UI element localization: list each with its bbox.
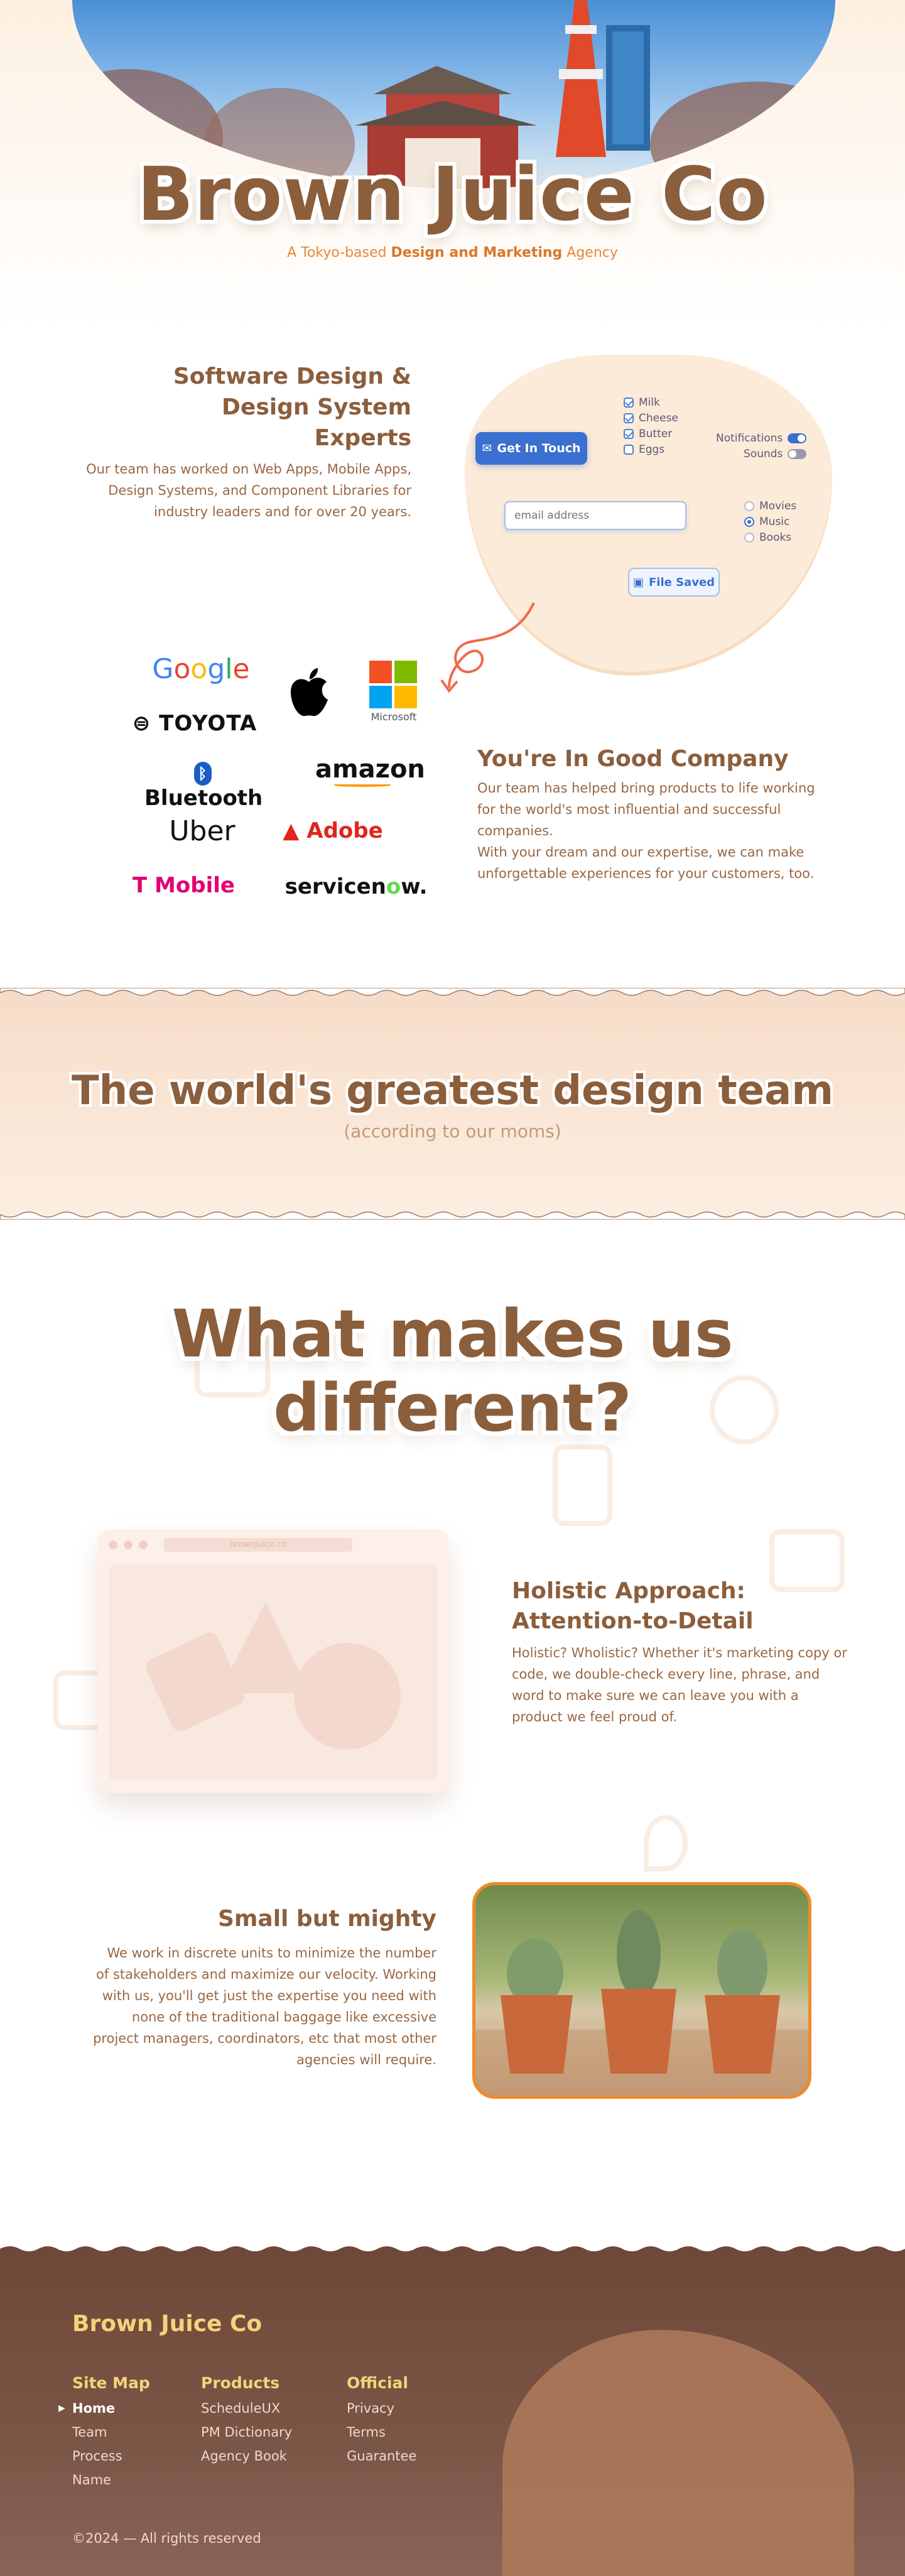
- small-body: We work in discrete units to minimize th…: [93, 1946, 436, 2067]
- company-heading: You're In Good Company: [477, 746, 789, 772]
- shapes-illustration: [146, 1602, 401, 1750]
- footer-link-agency-book[interactable]: Agency Book: [201, 2449, 292, 2464]
- file-saved-button[interactable]: ▣ File Saved: [628, 568, 720, 597]
- footer-link-home[interactable]: ▶ Home: [58, 2401, 150, 2416]
- mail-icon: ✉: [482, 441, 492, 455]
- get-in-touch-button[interactable]: ✉ Get In Touch: [475, 432, 587, 465]
- company-body: Our team has helped bring products to li…: [477, 781, 815, 881]
- uber-logo: Uber: [169, 815, 236, 847]
- footer-link-team[interactable]: Team: [72, 2425, 150, 2440]
- hero-title: Brown Juice Co: [137, 151, 768, 237]
- footer-products: Products ScheduleUX PM Dictionary Agency…: [201, 2374, 292, 2464]
- radio-list: Movies Music Books: [744, 498, 796, 545]
- checkbox-list: Milk Cheese Butter Eggs: [624, 394, 678, 457]
- ghost-pin-icon: [644, 1815, 688, 1871]
- footer-official: Official Privacy Terms Guarantee: [347, 2374, 416, 2464]
- footer-link-name[interactable]: Name: [72, 2472, 150, 2487]
- footer-link-guarantee[interactable]: Guarantee: [347, 2449, 416, 2464]
- adobe-logo: ▲ Adobe: [283, 818, 383, 843]
- toggle-sounds[interactable]: Sounds: [716, 446, 807, 462]
- curly-arrow-icon: [440, 602, 535, 693]
- wave-divider-top: [0, 988, 905, 996]
- checkbox-butter[interactable]: Butter: [624, 426, 678, 441]
- small-heading: Small but mighty: [217, 1906, 436, 1932]
- apple-logo: [290, 668, 328, 717]
- band-subtitle: (according to our moms): [344, 1121, 561, 1142]
- footer-link-process[interactable]: Process: [72, 2449, 150, 2464]
- footer-blob: [502, 2330, 854, 2576]
- browser-url-bar: brownjuice.co: [164, 1538, 352, 1552]
- checkbox-milk[interactable]: Milk: [624, 394, 678, 410]
- radio-movies[interactable]: Movies: [744, 498, 796, 514]
- holistic-heading: Holistic Approach: Attention-to-Detail: [512, 1578, 754, 1634]
- footer-sitemap: Site Map ▶ Home Team Process Name: [58, 2374, 150, 2487]
- footer-link-pm-dictionary[interactable]: PM Dictionary: [201, 2425, 292, 2440]
- browser-content: [109, 1564, 438, 1781]
- cactus-photo: [472, 1882, 811, 2099]
- email-input[interactable]: [504, 501, 686, 530]
- toggle-list: Notifications Sounds: [716, 430, 807, 462]
- footer-link-privacy[interactable]: Privacy: [347, 2401, 416, 2416]
- browser-mockup: brownjuice.co: [97, 1529, 449, 1793]
- servicenow-logo: servicenow.: [285, 874, 428, 899]
- browser-toolbar: brownjuice.co: [97, 1529, 449, 1561]
- hero-subtitle: A Tokyo-based Design and Marketing Agenc…: [287, 245, 618, 261]
- footer-link-terms[interactable]: Terms: [347, 2425, 416, 2440]
- radio-music[interactable]: Music: [744, 514, 796, 529]
- sitemap-heading: Site Map: [72, 2374, 150, 2392]
- footer-brand: Brown Juice Co: [72, 2311, 263, 2337]
- holistic-body: Holistic? Wholistic? Whether it's market…: [512, 1645, 847, 1724]
- save-icon: ▣: [632, 575, 644, 589]
- band-title: The world's greatest design team: [72, 1068, 833, 1114]
- checkbox-eggs[interactable]: Eggs: [624, 441, 678, 457]
- bluetooth-logo: ᛒ Bluetooth: [144, 760, 263, 811]
- software-body: Our team has worked on Web Apps, Mobile …: [86, 462, 411, 519]
- ghost-gameboy-icon: [553, 1444, 612, 1526]
- toyota-logo: ⊜ TOYOTA: [132, 711, 257, 736]
- ghost-clapper-icon: [769, 1529, 845, 1592]
- checkbox-cheese[interactable]: Cheese: [624, 410, 678, 426]
- official-heading: Official: [347, 2374, 408, 2392]
- copyright: ©2024 — All rights reserved: [72, 2531, 261, 2546]
- radio-books[interactable]: Books: [744, 529, 796, 545]
- microsoft-logo: Microsoft: [369, 661, 418, 723]
- amazon-logo: amazon: [315, 755, 425, 787]
- software-heading: Software Design & Design System Experts: [173, 364, 411, 451]
- toggle-notifications[interactable]: Notifications: [716, 430, 807, 446]
- cactus-pots-image: [475, 1910, 808, 2096]
- footer-wave-divider: [0, 2244, 905, 2251]
- products-heading: Products: [201, 2374, 280, 2392]
- footer: Brown Juice Co Site Map ▶ Home Team Proce…: [0, 2244, 905, 2576]
- tmobile-logo: T Mobile: [133, 873, 235, 898]
- current-page-icon: ▶: [58, 2403, 65, 2413]
- different-title: What makes us different?: [171, 1296, 734, 1446]
- footer-link-scheduleux[interactable]: ScheduleUX: [201, 2401, 292, 2416]
- google-logo: Google: [152, 653, 250, 685]
- wave-divider-bottom: [0, 1211, 905, 1220]
